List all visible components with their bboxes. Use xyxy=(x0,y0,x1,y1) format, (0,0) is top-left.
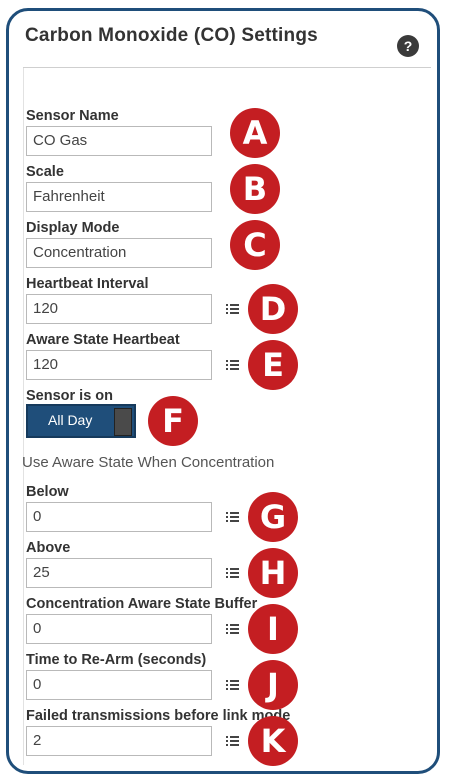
list-icon[interactable] xyxy=(226,304,239,315)
callout-b: B xyxy=(230,164,280,214)
callout-d: D xyxy=(248,284,298,334)
panel-title: Carbon Monoxide (CO) Settings xyxy=(25,25,318,46)
callout-j: J xyxy=(248,660,298,710)
help-icon[interactable]: ? xyxy=(397,35,419,57)
callout-c: C xyxy=(230,220,280,270)
above-label: Above xyxy=(26,540,71,556)
sensor-name-label: Sensor Name xyxy=(26,108,119,124)
heartbeat-interval-label: Heartbeat Interval xyxy=(26,276,149,292)
rearm-label: Time to Re-Arm (seconds) xyxy=(26,652,207,668)
scale-select[interactable]: Fahrenheit xyxy=(26,182,212,212)
list-icon[interactable] xyxy=(226,568,239,579)
list-icon[interactable] xyxy=(226,512,239,523)
callout-a: A xyxy=(230,108,280,158)
buffer-label: Concentration Aware State Buffer xyxy=(26,596,258,612)
callout-i: I xyxy=(248,604,298,654)
list-icon[interactable] xyxy=(226,736,239,747)
scale-label: Scale xyxy=(26,164,64,180)
failed-tx-input[interactable]: 2 xyxy=(26,726,212,756)
aware-state-note: Use Aware State When Concentration xyxy=(22,454,275,471)
aware-state-heartbeat-input[interactable]: 120 xyxy=(26,350,212,380)
list-icon[interactable] xyxy=(226,680,239,691)
toggle-label: All Day xyxy=(48,412,93,428)
aware-state-heartbeat-label: Aware State Heartbeat xyxy=(26,332,180,348)
buffer-input[interactable]: 0 xyxy=(26,614,212,644)
display-mode-label: Display Mode xyxy=(26,220,120,236)
sensor-on-toggle[interactable]: All Day xyxy=(26,404,136,438)
callout-f: F xyxy=(148,396,198,446)
list-icon[interactable] xyxy=(226,624,239,635)
display-mode-select[interactable]: Concentration xyxy=(26,238,212,268)
below-label: Below xyxy=(26,484,69,500)
sensor-on-label: Sensor is on xyxy=(26,388,114,404)
list-icon[interactable] xyxy=(226,360,239,371)
callout-h: H xyxy=(248,548,298,598)
sensor-name-input[interactable]: CO Gas xyxy=(26,126,212,156)
failed-tx-label: Failed transmissions before link mode xyxy=(26,708,291,724)
callout-e: E xyxy=(248,340,298,390)
rearm-input[interactable]: 0 xyxy=(26,670,212,700)
callout-k: K xyxy=(248,716,298,766)
toggle-knob[interactable] xyxy=(114,408,132,436)
above-input[interactable]: 25 xyxy=(26,558,212,588)
callout-g: G xyxy=(248,492,298,542)
heartbeat-interval-input[interactable]: 120 xyxy=(26,294,212,324)
below-input[interactable]: 0 xyxy=(26,502,212,532)
